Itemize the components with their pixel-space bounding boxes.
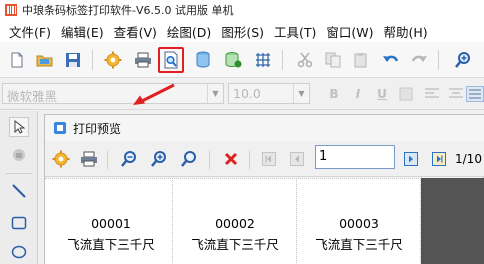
label-serial: 00001 bbox=[91, 216, 131, 231]
menu-file[interactable]: 文件(F) bbox=[4, 22, 56, 41]
page-count: 1/10 bbox=[455, 152, 482, 166]
copy-icon[interactable] bbox=[322, 49, 344, 71]
label-text: 飞流直下三千尺 bbox=[315, 237, 403, 252]
chevron-down-icon[interactable]: ▼ bbox=[293, 84, 309, 103]
menu-help[interactable]: 帮助(H) bbox=[379, 22, 433, 41]
red-annotation-arrow-icon bbox=[133, 83, 175, 105]
preview-canvas: 00001 飞流直下三千尺 00002 飞流直下三千尺 00003 飞流直下三千… bbox=[45, 178, 484, 264]
print-preview-window: 打印预览 1 1/10 00001 飞流直下三千尺 00002 飞流直下三千尺 … bbox=[44, 114, 484, 264]
italic-icon[interactable]: I bbox=[350, 86, 366, 102]
redo-icon[interactable] bbox=[408, 49, 430, 71]
zoom-in-icon[interactable] bbox=[149, 149, 169, 169]
font-size-select[interactable]: 10.0 ▼ bbox=[228, 83, 310, 104]
print-preview-icon[interactable] bbox=[158, 47, 184, 73]
toolbar-divider bbox=[249, 151, 250, 169]
align-right-icon[interactable] bbox=[466, 86, 484, 102]
previous-page-icon[interactable] bbox=[287, 149, 307, 169]
new-file-icon[interactable] bbox=[6, 49, 28, 71]
preview-title: 打印预览 bbox=[73, 121, 122, 136]
toolbar-divider bbox=[282, 50, 283, 70]
label-text: 飞流直下三千尺 bbox=[67, 237, 155, 252]
last-page-icon[interactable] bbox=[429, 149, 449, 169]
undo-icon[interactable] bbox=[380, 49, 402, 71]
label-cell: 00003 飞流直下三千尺 bbox=[297, 178, 421, 264]
window-title: 中琅条码标签打印软件-V6.5.0 试用版 单机 bbox=[22, 4, 234, 17]
align-left-icon[interactable] bbox=[424, 86, 440, 102]
font-size-value: 10.0 bbox=[233, 86, 261, 101]
font-family-value: 微软雅黑 bbox=[7, 89, 58, 104]
cut-icon[interactable] bbox=[294, 49, 316, 71]
preview-window-icon bbox=[53, 121, 67, 135]
app-logo-icon bbox=[4, 3, 18, 17]
next-page-icon[interactable] bbox=[401, 149, 421, 169]
chevron-down-icon[interactable]: ▼ bbox=[207, 84, 223, 103]
database-icon[interactable] bbox=[192, 49, 214, 71]
menu-tools[interactable]: 工具(T) bbox=[269, 22, 321, 41]
open-folder-icon[interactable] bbox=[34, 49, 56, 71]
underline-icon[interactable]: U bbox=[374, 86, 390, 102]
rectangle-tool-icon[interactable] bbox=[9, 213, 29, 233]
print-icon[interactable] bbox=[132, 49, 154, 71]
preview-toolbar: 1 1/10 bbox=[45, 141, 484, 177]
label-text: 飞流直下三千尺 bbox=[191, 237, 279, 252]
zoom-in-icon[interactable] bbox=[452, 49, 474, 71]
text-color-icon[interactable] bbox=[398, 86, 414, 102]
preview-title-bar: 打印预览 bbox=[45, 115, 484, 141]
menu-bar: 文件(F) 编辑(E) 查看(V) 绘图(D) 图形(S) 工具(T) 窗口(W… bbox=[0, 20, 484, 42]
first-page-icon[interactable] bbox=[259, 149, 279, 169]
menu-view[interactable]: 查看(V) bbox=[109, 22, 162, 41]
main-toolbar bbox=[0, 42, 484, 78]
close-icon[interactable] bbox=[221, 149, 241, 169]
toolbar-divider bbox=[6, 173, 32, 174]
ellipse-tool-icon[interactable] bbox=[9, 241, 29, 261]
grid-icon[interactable] bbox=[252, 49, 274, 71]
save-icon[interactable] bbox=[62, 49, 84, 71]
menu-edit[interactable]: 编辑(E) bbox=[56, 22, 109, 41]
toolbar-divider bbox=[92, 50, 93, 70]
font-family-select[interactable]: 微软雅黑 ▼ bbox=[2, 83, 224, 104]
pan-hand-icon[interactable] bbox=[9, 145, 29, 165]
pointer-select-icon[interactable] bbox=[9, 117, 29, 137]
label-serial: 00003 bbox=[339, 216, 379, 231]
line-tool-icon[interactable] bbox=[9, 181, 29, 201]
drawing-toolbar bbox=[0, 111, 38, 264]
menu-draw[interactable]: 绘图(D) bbox=[162, 22, 216, 41]
preview-background bbox=[421, 178, 484, 264]
zoom-fit-icon[interactable] bbox=[179, 149, 199, 169]
menu-shape[interactable]: 图形(S) bbox=[216, 22, 269, 41]
data-import-icon[interactable] bbox=[222, 49, 244, 71]
title-bar: 中琅条码标签打印软件-V6.5.0 试用版 单机 bbox=[0, 0, 484, 20]
label-cell: 00002 飞流直下三千尺 bbox=[173, 178, 297, 264]
print-icon[interactable] bbox=[79, 149, 99, 169]
label-serial: 00002 bbox=[215, 216, 255, 231]
page-number-input[interactable]: 1 bbox=[315, 145, 395, 169]
label-cell: 00001 飞流直下三千尺 bbox=[49, 178, 173, 264]
toolbar-divider bbox=[209, 151, 210, 169]
menu-window[interactable]: 窗口(W) bbox=[321, 22, 378, 41]
toolbar-divider bbox=[438, 50, 439, 70]
toolbar-divider bbox=[107, 151, 108, 169]
settings-gear-icon[interactable] bbox=[102, 49, 124, 71]
format-toolbar: 微软雅黑 ▼ 10.0 ▼ B I U bbox=[0, 78, 484, 110]
zoom-out-icon[interactable] bbox=[119, 149, 139, 169]
bold-icon[interactable]: B bbox=[326, 86, 342, 102]
print-settings-gear-icon[interactable] bbox=[51, 149, 71, 169]
paste-icon[interactable] bbox=[350, 49, 372, 71]
align-center-icon[interactable] bbox=[448, 86, 464, 102]
